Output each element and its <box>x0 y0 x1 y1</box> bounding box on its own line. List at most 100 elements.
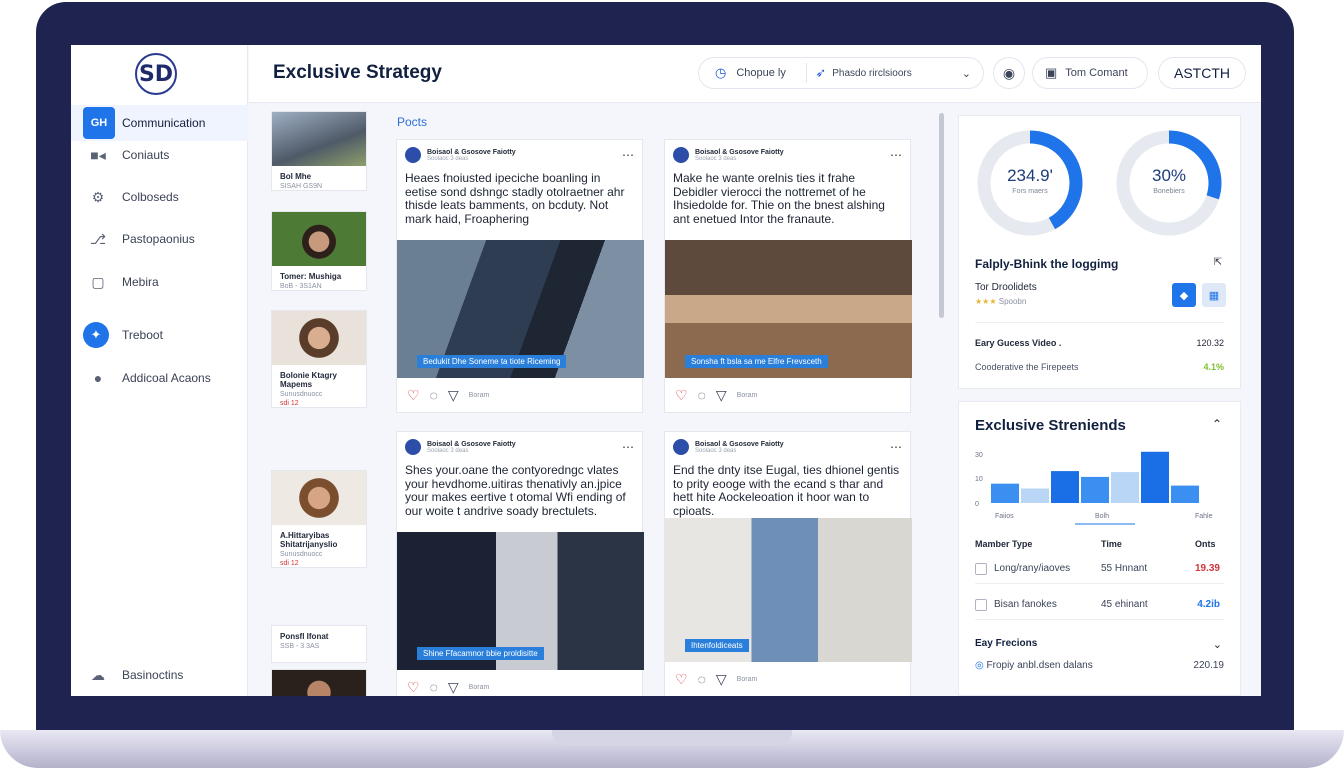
row-checkbox[interactable] <box>975 599 987 611</box>
comment-icon[interactable]: ◌ <box>430 679 438 695</box>
post-text: Make he wante orelnis ties it frahe Debi… <box>673 171 885 226</box>
list-item[interactable]: A.Hittaryibas Shitatrijanyslio Sunusdnuo… <box>271 470 367 568</box>
share-icon[interactable]: ▽ <box>448 679 459 696</box>
chevron-down-icon[interactable]: ⌄ <box>1213 638 1222 651</box>
share-icon[interactable]: ▽ <box>716 387 727 404</box>
post-image: Shine Ffacamnor bbie proldisitte <box>397 532 644 670</box>
post-card[interactable]: Boisaol & Gsosove Faiotty Soolaoc 3 deas … <box>396 139 644 413</box>
author-avatar <box>673 439 689 455</box>
sidebar-item-bottom[interactable]: ☁ Basinoctins <box>71 657 248 693</box>
thumb-stat: sdi 12 <box>280 400 299 407</box>
heart-icon[interactable]: ♡ <box>675 387 688 404</box>
sidebar-item-colboseds[interactable]: ⚙ Colboseds <box>71 179 248 215</box>
post-author: Boisaol & Gsosove Faiotty <box>695 148 784 156</box>
gauge-button[interactable]: ◉ <box>993 57 1025 89</box>
heart-icon[interactable]: ♡ <box>407 387 420 404</box>
thumbnail-list: Bol Mhe SISAH GS9N Tomer: Mushiga BoB - … <box>267 107 373 696</box>
bar <box>1171 485 1199 503</box>
post-card[interactable]: Boisaol & Gsosove Faiotty Soolaoc 3 deas … <box>396 431 644 696</box>
col-header: Time <box>1101 539 1122 549</box>
bar <box>1111 472 1139 503</box>
post-author: Boisaol & Gsosove Faiotty <box>695 440 784 448</box>
y-tick-label: 0 <box>975 501 979 508</box>
row-value: 19.39 <box>1194 563 1220 574</box>
expand-icon[interactable]: ⇱ <box>1214 257 1222 268</box>
bolt-icon: ➶ <box>815 65 827 80</box>
list-item[interactable] <box>271 669 367 696</box>
more-icon[interactable]: ⋯ <box>622 148 634 162</box>
stat-value: 120.32 <box>1196 338 1224 348</box>
row-value: 4.2ib <box>1197 599 1220 610</box>
author-avatar <box>405 439 421 455</box>
heart-icon[interactable]: ♡ <box>675 671 688 688</box>
more-icon[interactable]: ⋯ <box>890 148 902 162</box>
post-action-label: Boram <box>736 391 758 399</box>
comment-icon[interactable]: ◌ <box>698 387 706 403</box>
footer-row[interactable]: ◎ Fropiy anbl.dsen dalans 220.19 <box>975 660 1224 671</box>
more-icon[interactable]: ⋯ <box>890 440 902 454</box>
thumbnail-image <box>272 471 366 525</box>
pin-button[interactable]: ◆ <box>1172 283 1196 307</box>
app-logo[interactable]: SD <box>135 53 177 95</box>
post-caption: Ihtenfoldiceats <box>685 639 749 652</box>
bar <box>1021 488 1049 503</box>
y-tick-label: 30 <box>975 452 983 459</box>
scrollbar[interactable] <box>939 113 944 318</box>
post-text: Shes your.oane the contyoredngc vlates y… <box>405 463 626 518</box>
post-card[interactable]: Boisaol & Gsosove Faiotty Soolaoc 3 deas … <box>664 139 912 413</box>
sidebar-item-communication[interactable]: GH Communication <box>71 105 248 141</box>
list-item[interactable]: Bol Mhe SISAH GS9N <box>271 111 367 191</box>
post-card[interactable]: Boisaol & Gsosove Faiotty Soolaoc 3 deas … <box>664 431 912 696</box>
post-action-label: Boram <box>736 675 758 683</box>
row-checkbox[interactable] <box>975 563 987 575</box>
sidebar-item-label: Treboot <box>122 328 163 342</box>
grid-button[interactable]: ▦ <box>1202 283 1226 307</box>
app-window: SD GH Communication ■◂ Coniauts ⚙ Colbos… <box>71 45 1261 696</box>
thumb-meta: Sunusdnuocc <box>280 551 323 558</box>
filter-pill[interactable]: ◷ Chopue ly ➶ Phasdo rirclsioors ⌄ <box>698 57 984 89</box>
gauge-icon: ◉ <box>1002 64 1016 81</box>
heart-icon[interactable]: ♡ <box>407 679 420 696</box>
sidebar-item-treboot[interactable]: ✦ Treboot <box>71 317 248 353</box>
post-action-label: Boram <box>468 391 490 399</box>
list-item[interactable]: Bolonie Ktagry Mapems Sunusdnuocc sdi 12 <box>271 310 367 408</box>
comment-icon[interactable]: ◌ <box>430 387 438 403</box>
comment-icon[interactable]: ◌ <box>698 671 706 687</box>
sidebar-item-coniauts[interactable]: ■◂ Coniauts <box>71 137 248 173</box>
post-meta: Soolaoc 3 deas <box>695 447 737 454</box>
share-icon[interactable]: ▽ <box>716 671 727 688</box>
sidebar-item-additional-actions[interactable]: ● Addicoal Acaons <box>71 360 248 396</box>
sidebar-item-label: Colboseds <box>122 190 179 204</box>
col-header: Onts <box>1195 539 1216 549</box>
post-action-label: Boram <box>468 683 490 691</box>
stat-label: Cooderative the Firepeets <box>975 362 1079 372</box>
trends-card: Exclusive Streniends ⌃ 30 10 0 Faiios Bolh Fa… <box>958 401 1241 696</box>
list-item[interactable]: Ponsfl Ifonat SSB - 3 3AS <box>271 625 367 663</box>
donut2-label: Bonebiers <box>1153 188 1185 195</box>
sidebar-item-pastopaonius[interactable]: ⎇ Pastopaonius <box>71 221 248 257</box>
post-meta: Soolaoc 3 deas <box>427 155 469 162</box>
share-icon[interactable]: ▽ <box>448 387 459 404</box>
thumb-title: Bolonie Ktagry Mapems <box>280 371 337 389</box>
table-row[interactable]: Bisan fanokes 45 ehinant 4.2ib <box>975 590 1224 620</box>
table-row[interactable]: Long/rany/iaoves 55 Hnnant 19.39 <box>975 554 1224 584</box>
laptop-notch <box>552 730 792 746</box>
thumb-title: A.Hittaryibas Shitatrijanyslio <box>280 531 338 549</box>
sidebar-item-label: Mebira <box>122 275 159 289</box>
chevron-down-icon[interactable]: ⌄ <box>962 67 971 80</box>
stat-row: Eary Gucess Video . 120.32 <box>975 338 1224 348</box>
author-avatar <box>673 147 689 163</box>
thumb-meta: SSB - 3 3AS <box>280 643 320 650</box>
comment-button[interactable]: ▣ Tom Comant <box>1032 57 1148 89</box>
account-button[interactable]: ASTCTH <box>1158 57 1246 89</box>
more-icon[interactable]: ⋯ <box>622 440 634 454</box>
post-author: Boisaol & Gsosove Faiotty <box>427 440 516 448</box>
thumb-stat: sdi 12 <box>280 560 299 567</box>
list-item[interactable]: Tomer: Mushiga BoB - 3S1AN <box>271 211 367 291</box>
sidebar-item-mebira[interactable]: ▢ Mebira <box>71 264 248 300</box>
thumb-title: Ponsfl Ifonat <box>280 632 329 641</box>
star-icon: ★★★ <box>975 297 997 306</box>
insight-sub2: Spoobn <box>998 297 1027 306</box>
post-caption: Sonsha ft bsla sa me Elfre Frevsceth <box>685 355 828 368</box>
stat-label: Eary Gucess Video . <box>975 338 1062 348</box>
